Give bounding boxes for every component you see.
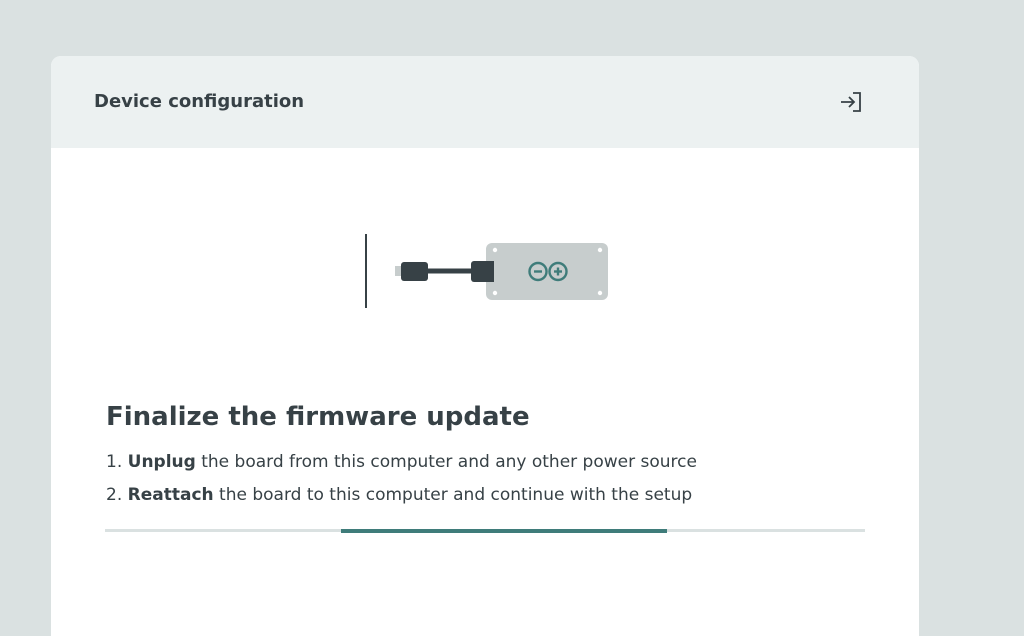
card-header: Device configuration [51, 56, 919, 148]
step-number: 2. [106, 485, 123, 505]
step-action: Reattach [127, 485, 214, 505]
exit-arrow-icon [841, 92, 861, 112]
step-text: the board to this computer and continue … [213, 485, 693, 505]
board-illustration [351, 226, 631, 316]
board-usb-unplugged-icon [365, 234, 608, 308]
progress-bar [105, 528, 865, 533]
exit-button[interactable] [837, 88, 865, 116]
steps-list: 1. Unplug the board from this computer a… [106, 446, 697, 512]
progress-fill [340, 528, 668, 533]
step-number: 1. [106, 452, 123, 472]
step-text: the board from this computer and any oth… [195, 452, 697, 472]
step-action: Unplug [127, 452, 196, 472]
device-config-card: Device configuration Finalize the firmwa… [51, 56, 919, 636]
step-item: 1. Unplug the board from this computer a… [106, 446, 697, 479]
page-title: Finalize the firmware update [106, 402, 530, 432]
step-item: 2. Reattach the board to this computer a… [106, 479, 697, 512]
header-title: Device configuration [94, 91, 305, 112]
